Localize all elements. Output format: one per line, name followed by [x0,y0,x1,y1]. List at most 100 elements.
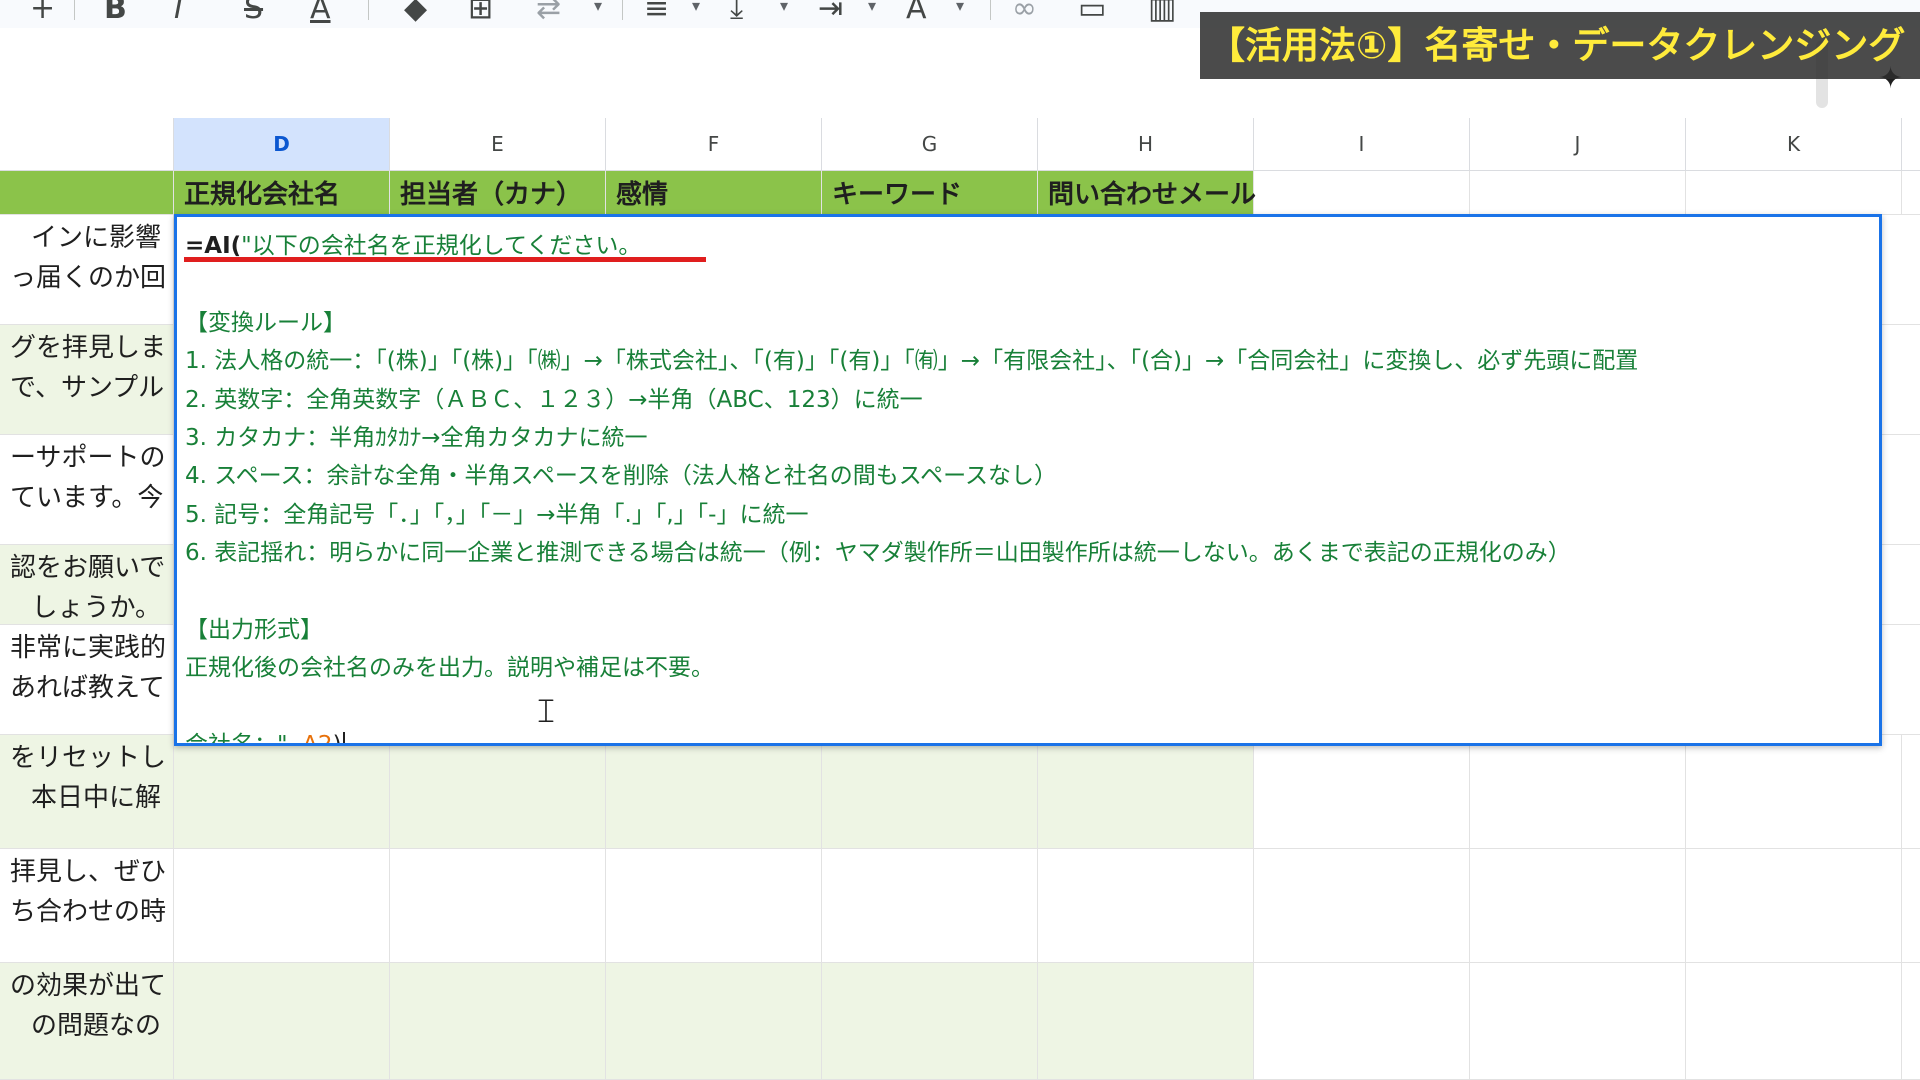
cell-g1[interactable]: キーワード [822,171,1038,214]
align-icon[interactable]: ≡ [644,0,669,24]
chevron-down-icon[interactable]: ▾ [956,0,964,15]
cell-j[interactable] [1470,735,1686,848]
cell-d1[interactable]: 正規化会社名 [174,171,390,214]
column-header-h[interactable]: H [1038,118,1254,170]
cell-col-a[interactable]: グを拝見しま で、サンプル [0,325,174,434]
cell-k[interactable] [1686,849,1902,962]
cell-k[interactable] [1686,963,1902,1079]
wrap-icon[interactable]: ⇥ [818,0,843,24]
strikethrough-icon[interactable]: S [244,0,263,24]
merge-icon[interactable]: ⇄ [536,0,561,24]
toolbar-separator [622,0,623,20]
formula-editor[interactable]: =AI("以下の会社名を正規化してください。 【変換ルール】 1. 法人格の統一… [174,214,1882,746]
toolbar-separator [990,0,991,20]
formula-cell-reference: A2 [302,732,333,746]
cell-col-a[interactable]: ーサポートの ています。今 [0,435,174,544]
cell-col-a[interactable]: インに影響 っ届くのか回 [0,215,174,324]
cell-text-line: 非常に実践的 [10,633,167,663]
cell-c1[interactable] [0,171,174,214]
bold-icon[interactable]: B [104,0,127,24]
cell-i1[interactable] [1254,171,1470,214]
cell-g[interactable] [822,735,1038,848]
text-color-icon[interactable]: A [310,0,331,24]
cell-h1[interactable]: 問い合わせメール [1038,171,1256,214]
cell-text-line: 認をお願いで [10,553,166,583]
table-row: の効果が出ての問題なの [0,963,1920,1080]
cell-g[interactable] [822,963,1038,1079]
link-icon[interactable]: ∞ [1012,0,1037,24]
cell-text-line: の問題なの [30,1011,161,1041]
red-underline-annotation [184,257,706,262]
cell-col-a[interactable]: 認をお願いでしょうか。 [0,545,174,624]
formula-rule-6: 6. 表記揺れ：明らかに同一企業と推測できる場合は統一（例：ヤマダ製作所＝山田製… [185,540,1571,567]
cell-text-line: の効果が出て [10,971,167,1001]
cell-i[interactable] [1254,963,1470,1079]
cell-j[interactable] [1470,849,1686,962]
cell-text-line: をリセットし [10,743,167,773]
cell-h[interactable] [1038,963,1254,1079]
cell-e[interactable] [390,735,606,848]
cell-col-a[interactable]: 拝見し、ぜひ ち合わせの時 [0,849,174,962]
cell-g[interactable] [822,849,1038,962]
cell-d[interactable] [174,963,390,1079]
cell-f[interactable] [606,735,822,848]
chevron-down-icon[interactable]: ▾ [868,0,876,15]
italic-icon[interactable]: I [174,0,183,24]
cell-h[interactable] [1038,849,1254,962]
cell-f[interactable] [606,849,822,962]
rotate-icon[interactable]: A [906,0,927,24]
cell-j1[interactable] [1470,171,1686,214]
cell-f[interactable] [606,963,822,1079]
cell-text-line: しょうか。 [31,593,161,623]
cell-e1[interactable]: 担当者（カナ） [390,171,606,214]
formula-text: "以下の会社名を正規化してください。 [241,233,642,259]
cell-e[interactable] [390,849,606,962]
formula-rule-5: 5. 記号：全角記号「．」「，」「－」→半角「.」「,」「-」に統一 [185,501,809,528]
chevron-down-icon[interactable]: ▾ [780,0,788,15]
borders-icon[interactable]: ⊞ [468,0,493,24]
cell-h[interactable] [1038,735,1254,848]
font-size-increase-icon[interactable]: + [30,0,55,24]
table-row: をリセットし本日中に解 [0,735,1920,849]
video-caption: 【活用法①】名寄せ・データクレンジング [1200,12,1920,79]
cell-d[interactable] [174,735,390,848]
table-row: 拝見し、ぜひ ち合わせの時 [0,849,1920,963]
formula-output-text: 正規化後の会社名のみを出力。説明や補足は不要。 [185,655,714,682]
column-header-f[interactable]: F [606,118,822,170]
cell-i[interactable] [1254,735,1470,848]
cell-k1[interactable] [1686,171,1902,214]
cell-text-line: 本日中に解 [30,783,161,813]
cell-col-a[interactable]: をリセットし本日中に解 [0,735,174,848]
chart-icon[interactable]: ▥ [1148,0,1176,24]
column-header-i[interactable]: I [1254,118,1470,170]
column-header-j[interactable]: J [1470,118,1686,170]
cell-d[interactable] [174,849,390,962]
chevron-down-icon[interactable]: ▾ [594,0,602,15]
cell-k[interactable] [1686,735,1902,848]
cell-f1[interactable]: 感情 [606,171,822,214]
chevron-down-icon[interactable]: ▾ [692,0,700,15]
cell-col-a[interactable]: の効果が出ての問題なの [0,963,174,1079]
column-header-g[interactable]: G [822,118,1038,170]
formula-last-prefix: 会社名：", [185,732,303,746]
column-header-c[interactable] [0,118,174,170]
column-header-k[interactable]: K [1686,118,1902,170]
column-header-e[interactable]: E [390,118,606,170]
cell-text-line: で、サンプル [10,373,165,403]
cell-j[interactable] [1470,963,1686,1079]
column-header-row: D E F G H I J K [0,118,1920,171]
cell-text-line: ています。今 [10,483,164,513]
column-header-d[interactable]: D [174,118,390,170]
cell-e[interactable] [390,963,606,1079]
fill-color-icon[interactable]: ◆ [404,0,427,24]
formula-rule-4: 4. スペース：余計な全角・半角スペースを削除（法人格と社名の間もスペースなし） [185,463,1057,490]
formula-rule-2: 2. 英数字：全角英数字（ＡＢＣ、１２３）→半角（ABC、123）に統一 [185,386,923,413]
formula-rule-1: 1. 法人格の統一：「(株)」「(株)」「㈱」→「株式会社」、「(有)」「(有)… [185,348,1639,375]
cell-col-a[interactable]: 非常に実践的 あれば教えて [0,625,174,734]
text-caret [342,731,345,743]
cell-text-line: あれば教えて [10,673,165,703]
toolbar-separator [368,0,369,20]
valign-icon[interactable]: ⤓ [730,0,743,24]
cell-i[interactable] [1254,849,1470,962]
comment-icon[interactable]: ▭ [1078,0,1106,24]
